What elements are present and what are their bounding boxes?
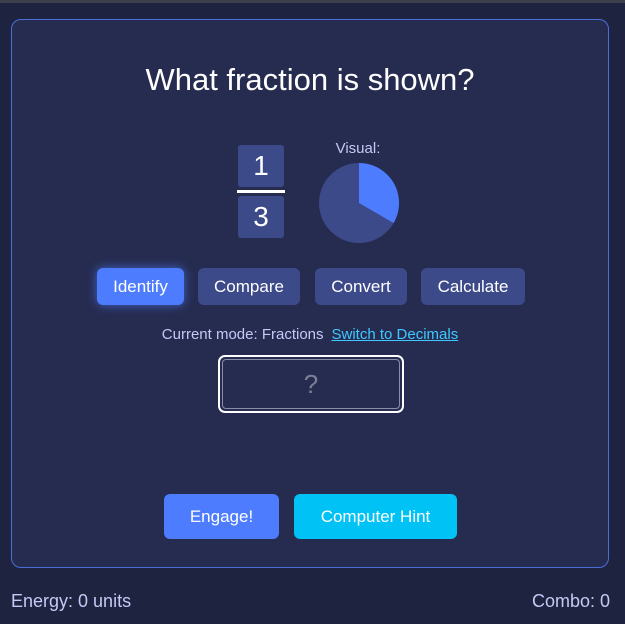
energy-counter: Energy: 0 units [11,591,132,611]
answer-input[interactable] [222,359,400,409]
fraction-display: 1 3 [237,145,285,239]
fraction-bar [237,190,285,193]
mode-calculate-button[interactable]: Calculate [421,268,525,305]
switch-to-decimals-link[interactable]: Switch to Decimals [332,326,459,343]
mode-compare-button[interactable]: Compare [198,268,300,305]
pie-chart-visual [319,163,400,243]
window-top-bar [0,0,625,3]
combo-counter: Combo: 0 [531,591,610,611]
computer-hint-button[interactable]: Computer Hint [294,494,457,539]
mode-status-line: Current mode: Fractions Switch to Decimal… [12,326,608,344]
fraction-numerator: 1 [238,145,284,187]
answer-field-focus-ring [218,355,404,413]
engage-button[interactable]: Engage! [164,494,279,539]
fraction-denominator: 3 [238,196,284,238]
current-mode-text: Current mode: Fractions [161,326,324,343]
mode-identify-button[interactable]: Identify [97,268,184,305]
question-card: What fraction is shown? 1 3 Visual: Iden… [11,19,609,568]
visual-label: Visual: [335,140,381,157]
mode-convert-button[interactable]: Convert [315,268,407,305]
question-title: What fraction is shown? [145,62,475,97]
